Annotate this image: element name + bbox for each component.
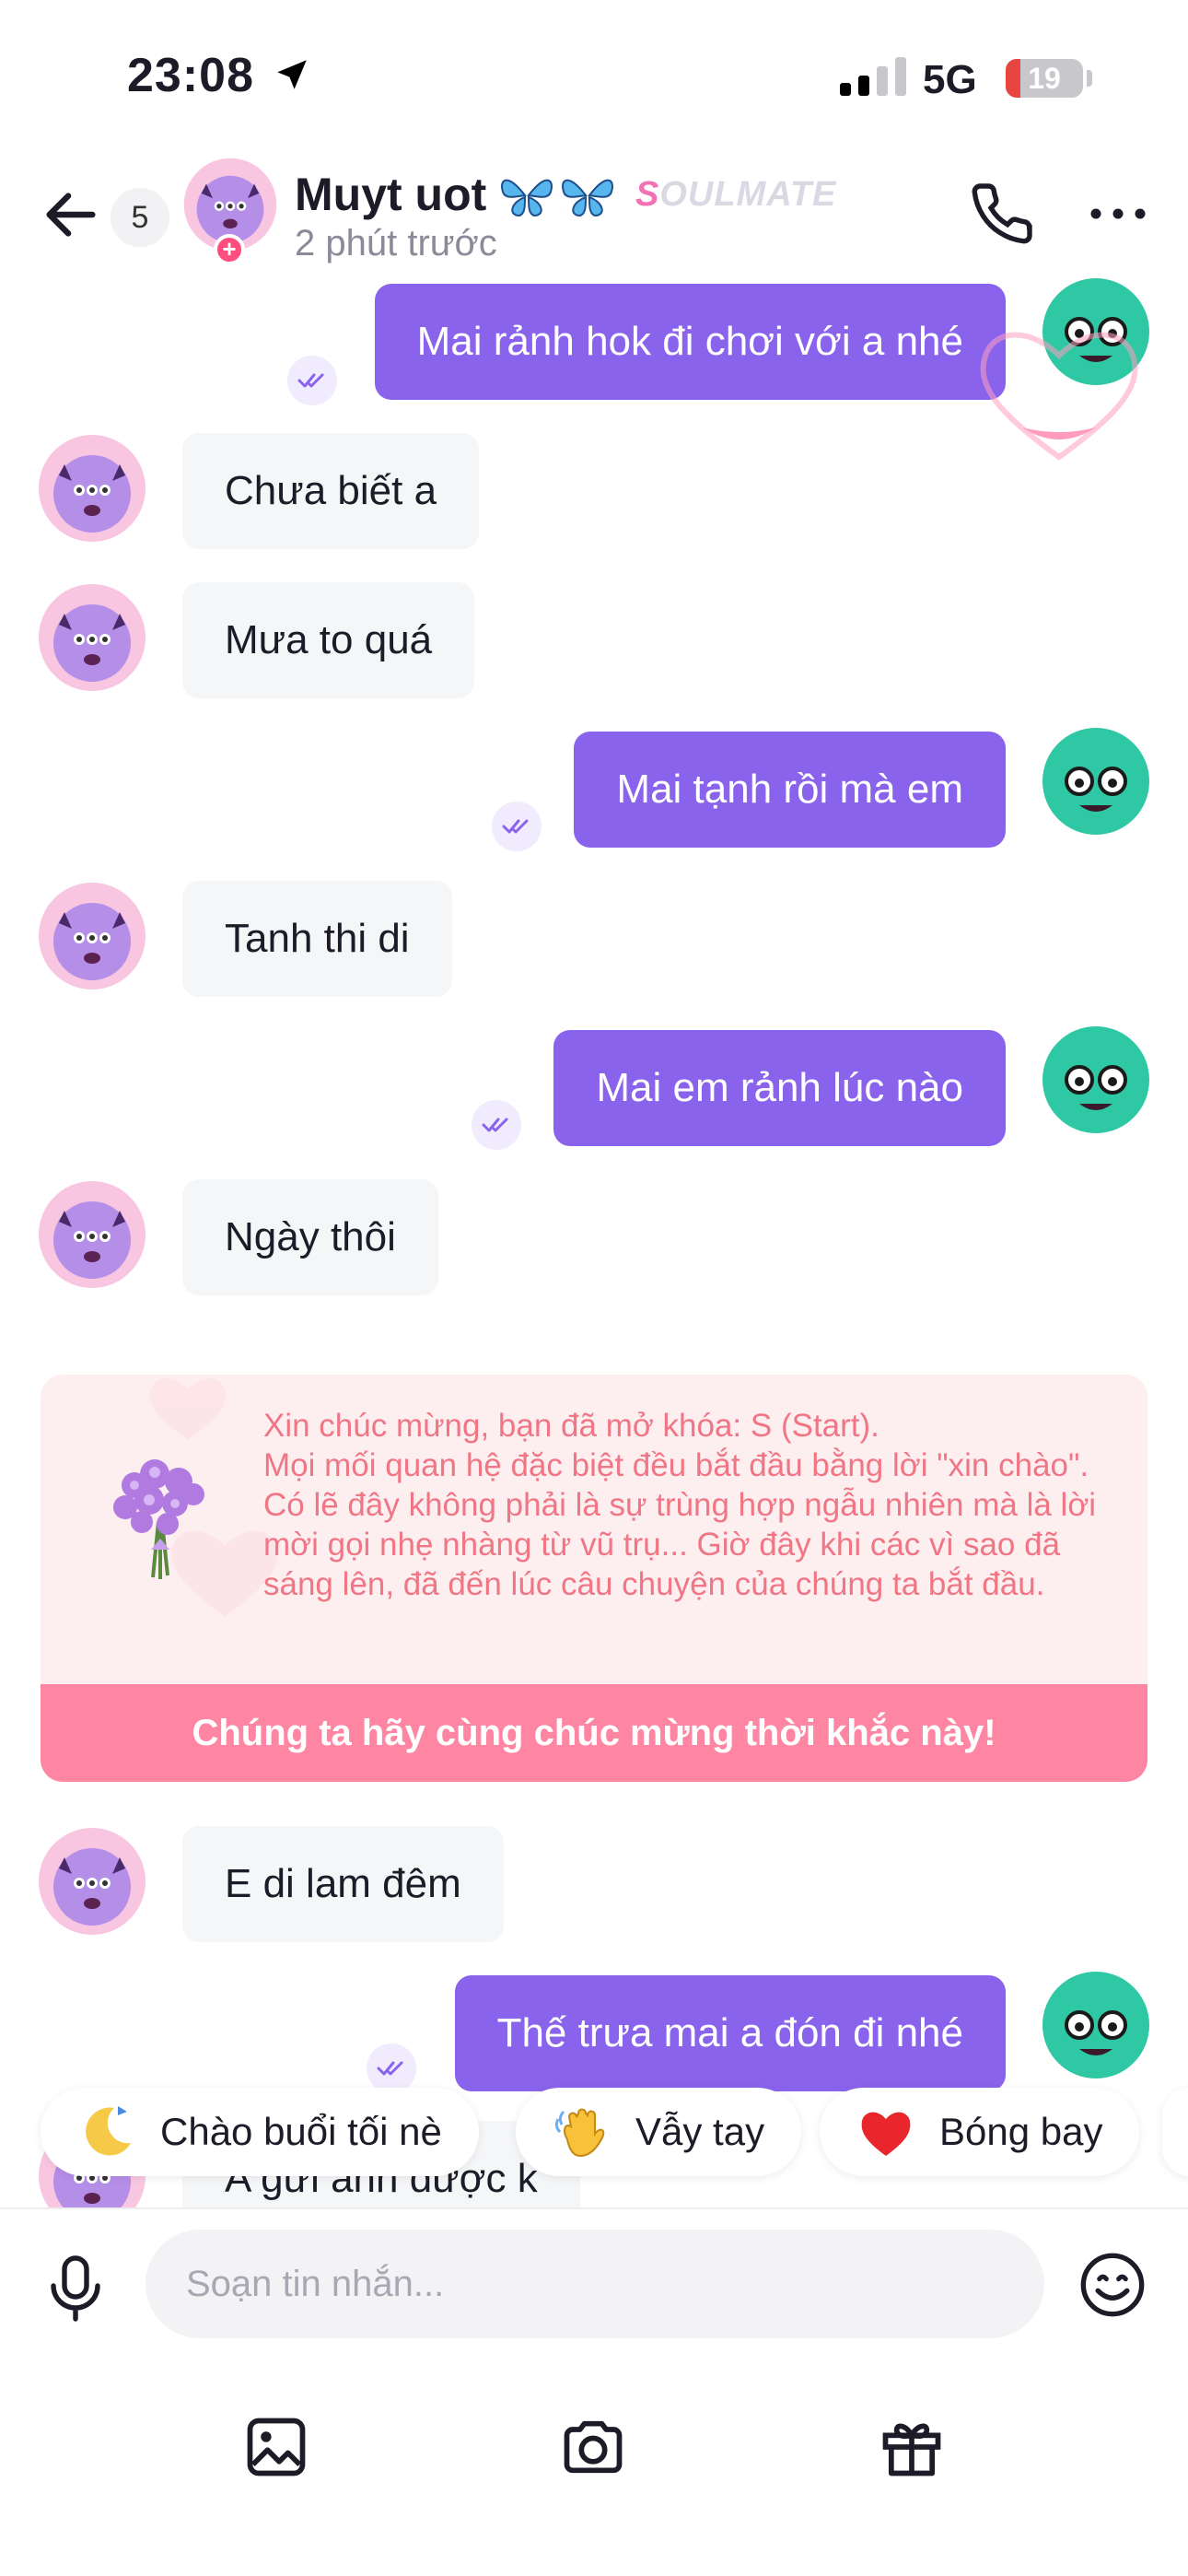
heart-decoration — [149, 1378, 227, 1440]
milestone-line: Mọi mối quan hệ đặc biệt đều bắt đầu bằn… — [263, 1447, 1097, 1602]
message-row: Mai tạnh rồi mà em — [0, 728, 1188, 851]
read-receipt-icon — [287, 356, 337, 405]
last-seen-text: 2 phút trước — [295, 223, 497, 263]
gift-icon[interactable] — [877, 2412, 947, 2482]
unread-count-badge[interactable]: 5 — [111, 188, 169, 247]
quick-reply-label: Chào buổi tối nè — [160, 2110, 442, 2153]
message-bubble-outgoing[interactable]: Thế trưa mai a đón đi nhé — [454, 1975, 1006, 2091]
message-row: Mai em rảnh lúc nào — [0, 1026, 1188, 1150]
soulmate-tag-initial: S — [635, 175, 660, 214]
message-row: Mai rảnh hok đi chơi với a nhé — [0, 278, 1188, 461]
add-friend-badge[interactable]: + — [214, 234, 245, 265]
message-row: Tanh thi di — [0, 881, 1188, 1001]
moon-emoji — [86, 2106, 132, 2156]
message-row: Chưa biết a — [0, 433, 1188, 553]
my-avatar[interactable] — [1041, 1970, 1151, 2080]
quick-reply-label: Bóng bay — [939, 2110, 1103, 2153]
battery-cap — [1087, 70, 1092, 87]
contact-avatar[interactable] — [37, 582, 147, 693]
status-time: 23:08 — [127, 49, 254, 102]
status-bar: 23:08 5G 19 — [0, 0, 1188, 147]
image-icon[interactable] — [241, 2412, 311, 2482]
milestone-message: Xin chúc mừng, bạn đã mở khóa: S (Start)… — [263, 1406, 1120, 1604]
soulmate-tag: SOULMATE — [635, 175, 836, 215]
message-row: Thế trưa mai a đón đi nhé — [0, 1972, 1188, 2095]
message-bubble-incoming[interactable]: Tanh thi di — [182, 881, 452, 997]
read-receipt-icon — [492, 802, 542, 851]
message-bubble-incoming[interactable]: Chưa biết a — [182, 433, 480, 549]
my-avatar[interactable] — [1041, 1025, 1151, 1135]
message-bubble-incoming[interactable]: E di lam đêm — [182, 1826, 504, 1942]
quick-reply-chip[interactable] — [1162, 2088, 1188, 2176]
quick-reply-chip[interactable]: Chào buổi tối nè — [41, 2088, 479, 2176]
milestone-card: Xin chúc mừng, bạn đã mở khóa: S (Start)… — [41, 1375, 1147, 1782]
my-avatar[interactable] — [1041, 726, 1151, 837]
message-bubble-outgoing[interactable]: Mai rảnh hok đi chơi với a nhé — [374, 284, 1006, 400]
message-bubble-outgoing[interactable]: Mai tạnh rồi mà em — [574, 732, 1006, 848]
message-row: Ngày thôi — [0, 1179, 1188, 1299]
message-composer — [0, 2207, 1188, 2576]
message-input[interactable] — [146, 2230, 1044, 2338]
message-bubble-incoming[interactable]: Mưa to quá — [182, 582, 475, 698]
camera-icon[interactable] — [558, 2412, 628, 2482]
flower-bouquet-icon — [113, 1459, 204, 1579]
more-icon[interactable] — [1085, 192, 1151, 236]
microphone-icon[interactable] — [42, 2252, 109, 2325]
chat-header: 5 + Muyt uot SOULMATE 2 phút trước — [0, 147, 1188, 276]
butterfly-emoji — [501, 179, 613, 217]
read-receipt-icon — [367, 2043, 416, 2093]
back-arrow-icon[interactable] — [39, 182, 103, 247]
contact-avatar[interactable] — [37, 433, 147, 544]
quick-reply-bar[interactable]: Chào buổi tối nè Vẫy tay Bóng bay — [0, 2088, 1188, 2196]
battery-indicator: 19 — [1006, 59, 1083, 98]
contact-name: Muyt uot — [295, 169, 487, 220]
celebrate-button[interactable]: Chúng ta hãy cùng chúc mừng thời khắc nà… — [41, 1684, 1147, 1782]
contact-avatar[interactable] — [37, 1179, 147, 1290]
signal-icon — [840, 57, 906, 96]
location-arrow-icon — [277, 60, 307, 89]
emoji-icon[interactable] — [1077, 2250, 1147, 2320]
network-type: 5G — [923, 57, 977, 102]
quick-reply-chip[interactable]: Bóng bay — [820, 2088, 1140, 2176]
read-receipt-icon — [472, 1100, 521, 1150]
message-row: E di lam đêm — [0, 1826, 1188, 1946]
quick-reply-label: Vẫy tay — [635, 2110, 765, 2153]
phone-icon[interactable] — [969, 181, 1035, 247]
message-bubble-outgoing[interactable]: Mai em rảnh lúc nào — [553, 1030, 1006, 1146]
message-list[interactable]: Mai rảnh hok đi chơi với a nhé Chưa biết… — [0, 276, 1188, 2207]
message-bubble-incoming[interactable]: Ngày thôi — [182, 1179, 438, 1295]
message-row: Mưa to quá — [0, 582, 1188, 702]
battery-level: 19 — [1028, 62, 1061, 95]
milestone-line: Xin chúc mừng, bạn đã mở khóa: S (Start)… — [263, 1408, 879, 1444]
waving-hand-emoji — [554, 2108, 605, 2158]
contact-avatar[interactable] — [37, 1826, 147, 1937]
soulmate-tag-text: OULMATE — [659, 175, 837, 214]
heart-emoji — [861, 2112, 911, 2156]
contact-avatar[interactable] — [37, 881, 147, 991]
quick-reply-chip[interactable]: Vẫy tay — [516, 2088, 802, 2176]
